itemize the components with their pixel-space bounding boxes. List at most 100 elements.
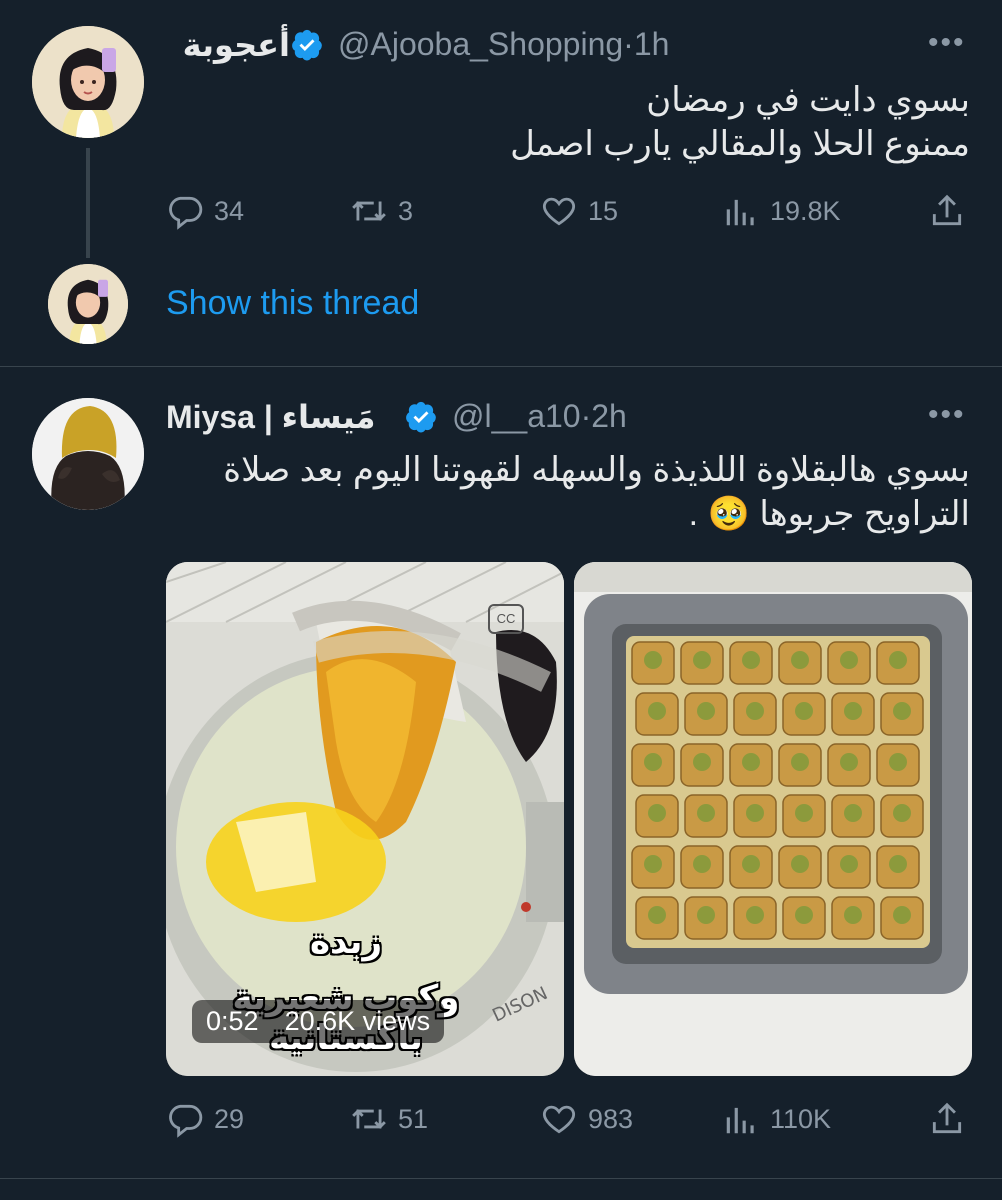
pistachio-topping bbox=[742, 753, 760, 771]
retweet-count: 51 bbox=[398, 1103, 429, 1134]
pistachio-topping bbox=[693, 855, 711, 873]
more-icon[interactable]: ••• bbox=[928, 398, 966, 432]
like-icon bbox=[542, 1105, 576, 1134]
pistachio-topping bbox=[840, 753, 858, 771]
reply-count: 34 bbox=[214, 195, 245, 226]
handle[interactable]: @l__a10 bbox=[452, 398, 581, 434]
handle[interactable]: @Ajooba_Shopping bbox=[338, 26, 623, 62]
pistachio-topping bbox=[693, 753, 711, 771]
reply-icon bbox=[169, 1104, 203, 1138]
views-button[interactable]: 110K bbox=[722, 1100, 831, 1138]
pistachio-topping bbox=[746, 906, 764, 924]
pistachio-topping bbox=[648, 702, 666, 720]
pistachio-topping bbox=[693, 651, 711, 669]
pistachio-topping bbox=[697, 804, 715, 822]
tweet-text: بسوي هالبقلاوة اللذيذة والسهله لقهوتنا ا… bbox=[150, 448, 970, 536]
pistachio-topping bbox=[844, 906, 862, 924]
photo-image bbox=[574, 562, 972, 1076]
avatar-small bbox=[48, 264, 128, 344]
tweet-divider bbox=[0, 366, 1002, 367]
pistachio-topping bbox=[697, 906, 715, 924]
dot-separator: · bbox=[580, 398, 592, 434]
pistachio-topping bbox=[742, 855, 760, 873]
reply-button[interactable]: 34 bbox=[166, 192, 244, 230]
pistachio-topping bbox=[791, 651, 809, 669]
tweet-text-line: بسوي دايت في رمضان bbox=[646, 81, 970, 119]
timestamp[interactable]: 2h bbox=[591, 398, 627, 434]
pistachio-topping bbox=[791, 855, 809, 873]
tweet-text-line: التراويح جربوها 🥹 . bbox=[688, 495, 970, 533]
pistachio-topping bbox=[844, 702, 862, 720]
tweet-divider bbox=[0, 1178, 1002, 1179]
avatar-photo bbox=[32, 398, 144, 510]
retweet-button[interactable]: 51 bbox=[350, 1100, 428, 1138]
views-count: 19.8K bbox=[770, 195, 841, 226]
pistachio-topping bbox=[746, 702, 764, 720]
pistachio-topping bbox=[795, 702, 813, 720]
pistachio-topping bbox=[746, 804, 764, 822]
pistachio-topping bbox=[889, 855, 907, 873]
avatar-illustration bbox=[48, 264, 128, 344]
pistachio-topping bbox=[648, 804, 666, 822]
handle-row: @l__a10·2h bbox=[452, 398, 627, 435]
verified-icon bbox=[404, 400, 438, 439]
pistachio-topping bbox=[644, 651, 662, 669]
share-icon bbox=[932, 194, 962, 226]
share-button[interactable] bbox=[928, 1100, 966, 1138]
retweet-button[interactable]: 3 bbox=[350, 192, 413, 230]
pistachio-topping bbox=[889, 651, 907, 669]
like-icon bbox=[542, 197, 576, 226]
like-count: 983 bbox=[588, 1103, 634, 1134]
thread-connector-line bbox=[86, 148, 90, 258]
tweet-text: بسوي دايت في رمضان ممنوع الحلا والمقالي … bbox=[210, 78, 970, 166]
captions-icon[interactable]: CC bbox=[488, 604, 524, 634]
pistachio-topping bbox=[844, 804, 862, 822]
views-button[interactable]: 19.8K bbox=[722, 192, 841, 230]
show-thread-link[interactable]: Show this thread bbox=[166, 284, 419, 323]
author-name[interactable]: Miysa | مَيساء bbox=[166, 398, 375, 436]
pistachio-topping bbox=[795, 804, 813, 822]
retweet-count: 3 bbox=[398, 195, 414, 226]
pistachio-topping bbox=[644, 855, 662, 873]
pistachio-topping bbox=[742, 651, 760, 669]
pistachio-topping bbox=[795, 906, 813, 924]
video-duration: 0:52 bbox=[206, 1006, 259, 1036]
tweet-text-line: ممنوع الحلا والمقالي يارب اصمل bbox=[510, 125, 970, 163]
dot-separator: · bbox=[623, 26, 634, 62]
reply-count: 29 bbox=[214, 1103, 245, 1134]
pistachio-topping bbox=[893, 906, 911, 924]
avatar[interactable] bbox=[32, 26, 144, 138]
handle-row: @Ajooba_Shopping·1h bbox=[338, 26, 669, 63]
video-info-overlay: 0:52 20.6K views bbox=[192, 1000, 445, 1043]
author-row: أعجوبة bbox=[183, 26, 290, 64]
pistachio-topping bbox=[697, 702, 715, 720]
views-icon bbox=[726, 199, 754, 226]
pistachio-topping bbox=[840, 855, 858, 873]
pistachio-topping bbox=[893, 804, 911, 822]
tweet-text-line: بسوي هالبقلاوة اللذيذة والسهله لقهوتنا ا… bbox=[223, 451, 970, 489]
verified-icon bbox=[290, 28, 324, 67]
photo-baklava[interactable] bbox=[574, 562, 972, 1076]
pistachio-topping bbox=[889, 753, 907, 771]
views-icon bbox=[726, 1107, 754, 1134]
more-icon[interactable]: ••• bbox=[928, 26, 966, 60]
reply-icon bbox=[169, 196, 203, 230]
views-count: 110K bbox=[770, 1103, 832, 1134]
video-views: 20.6K views bbox=[284, 1006, 431, 1036]
pistachio-topping bbox=[644, 753, 662, 771]
video-thumbnail[interactable]: DISON CC زبدة وكوب شعيرية باكستانية 0:52… bbox=[166, 562, 564, 1076]
retweet-icon bbox=[352, 1109, 386, 1129]
like-button[interactable]: 15 bbox=[540, 192, 618, 230]
reply-button[interactable]: 29 bbox=[166, 1100, 244, 1138]
timestamp[interactable]: 1h bbox=[634, 26, 670, 62]
share-button[interactable] bbox=[928, 192, 966, 230]
like-count: 15 bbox=[588, 195, 619, 226]
video-caption-line: زبدة bbox=[309, 923, 383, 961]
avatar-illustration bbox=[32, 26, 144, 138]
avatar[interactable] bbox=[32, 398, 144, 510]
pistachio-topping bbox=[648, 906, 666, 924]
retweet-icon bbox=[352, 201, 386, 221]
like-button[interactable]: 983 bbox=[540, 1100, 633, 1138]
author-name[interactable]: أعجوبة bbox=[183, 27, 290, 63]
share-icon bbox=[932, 1102, 962, 1134]
